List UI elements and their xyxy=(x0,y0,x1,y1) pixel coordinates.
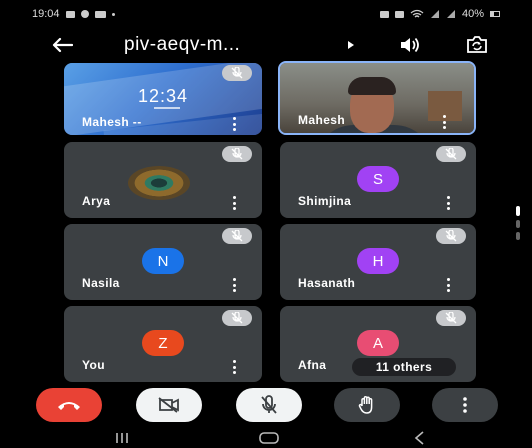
back-button[interactable] xyxy=(48,32,76,58)
participant-name: Afna xyxy=(298,358,327,372)
mic-off-icon xyxy=(445,230,457,242)
recent-apps-button[interactable] xyxy=(108,430,136,446)
status-time: 19:04 xyxy=(32,8,60,20)
person-hair xyxy=(348,77,396,95)
participant-name: Hasanath xyxy=(298,276,356,290)
muted-indicator xyxy=(222,228,252,244)
system-back-button[interactable] xyxy=(406,430,432,446)
participant-options-button[interactable] xyxy=(230,278,238,292)
avatar: N xyxy=(142,248,184,274)
end-call-icon xyxy=(58,402,80,410)
mic-off-icon xyxy=(231,67,243,79)
participant-tile-screen-share[interactable]: 12:34 Mahesh -- xyxy=(64,63,262,135)
participant-tile-hasanath[interactable]: H Hasanath xyxy=(280,224,476,300)
muted-indicator xyxy=(436,228,466,244)
mic-toggle-button[interactable] xyxy=(236,388,302,422)
recent-apps-icon xyxy=(116,433,128,443)
avatar: H xyxy=(357,248,399,274)
more-options-button[interactable] xyxy=(432,388,498,422)
meet-call-screen: 19:04 40% piv-aeqv-m... 12:34 Mahesh -- … xyxy=(0,0,532,448)
participant-options-button[interactable] xyxy=(230,196,238,210)
meeting-code-title[interactable]: piv-aeqv-m... xyxy=(124,34,240,56)
system-nav-bar xyxy=(0,428,532,448)
mic-off-icon xyxy=(231,230,243,242)
dot-icon xyxy=(111,12,115,16)
audio-output-button[interactable] xyxy=(396,33,424,57)
participant-options-button[interactable] xyxy=(230,360,238,374)
avatar: Z xyxy=(142,330,184,356)
participant-tile-arya[interactable]: Arya xyxy=(64,142,262,218)
avatar: S xyxy=(357,166,399,192)
call-controls xyxy=(0,386,532,426)
home-icon xyxy=(259,432,279,444)
speaker-icon xyxy=(401,37,419,53)
muted-indicator xyxy=(222,65,252,81)
participant-name: Shimjina xyxy=(298,194,352,208)
mic-off-icon xyxy=(261,395,277,414)
mic-off-icon xyxy=(445,312,457,324)
mic-off-icon xyxy=(231,312,243,324)
battery-icon xyxy=(490,11,500,17)
participant-name: Nasila xyxy=(82,276,120,290)
muted-indicator xyxy=(436,146,466,162)
preview-clock: 12:34 xyxy=(138,86,189,106)
others-count-button[interactable]: 11 others xyxy=(352,358,456,376)
participant-tile-shimjina[interactable]: S Shimjina xyxy=(280,142,476,218)
more-options-icon xyxy=(463,397,467,413)
back-arrow-icon xyxy=(52,37,73,53)
settings-icon xyxy=(80,10,89,18)
cast-icon xyxy=(94,10,106,18)
back-icon xyxy=(414,431,424,445)
muted-indicator xyxy=(222,146,252,162)
home-button[interactable] xyxy=(254,430,284,446)
battery-percent: 40% xyxy=(461,8,484,20)
raise-hand-button[interactable] xyxy=(334,388,400,422)
participant-tile-nasila[interactable]: N Nasila xyxy=(64,224,262,300)
preview-date-line xyxy=(154,107,180,109)
participant-options-button[interactable] xyxy=(444,278,452,292)
participant-options-button[interactable] xyxy=(444,196,452,210)
status-right: 40% xyxy=(379,8,500,20)
participant-name: Arya xyxy=(82,194,111,208)
participant-name: You xyxy=(82,358,105,372)
muted-indicator xyxy=(436,310,466,326)
participant-options-button[interactable] xyxy=(440,115,448,129)
muted-indicator xyxy=(222,310,252,326)
wifi-icon xyxy=(410,9,424,18)
participant-name: Mahesh xyxy=(298,113,346,127)
end-call-button[interactable] xyxy=(36,388,102,422)
mic-off-icon xyxy=(445,148,457,160)
raise-hand-icon xyxy=(358,396,373,414)
switch-camera-button[interactable] xyxy=(462,32,492,58)
participant-options-button[interactable] xyxy=(230,117,238,131)
signal-icon xyxy=(446,10,455,18)
expand-arrow-icon xyxy=(348,41,354,49)
participant-tile-self[interactable]: Z You xyxy=(64,306,262,382)
camera-toggle-button[interactable] xyxy=(136,388,202,422)
expand-meeting-info-button[interactable] xyxy=(344,37,358,53)
mic-off-icon xyxy=(231,148,243,160)
participant-tile-camera[interactable]: Mahesh xyxy=(278,61,476,135)
message-icon xyxy=(65,10,75,18)
status-bar: 19:04 40% xyxy=(0,0,532,28)
camera-off-icon xyxy=(158,397,179,413)
avatar-image xyxy=(128,166,190,200)
switch-camera-icon xyxy=(467,36,487,53)
scroll-indicator[interactable] xyxy=(516,206,520,248)
avatar: A xyxy=(357,330,399,356)
mute-icon xyxy=(394,10,404,18)
participant-name: Mahesh -- xyxy=(82,115,142,129)
signal-icon xyxy=(430,10,439,18)
status-left: 19:04 xyxy=(32,8,115,20)
app-bar: piv-aeqv-m... xyxy=(0,28,532,62)
camera-icon xyxy=(379,10,389,18)
